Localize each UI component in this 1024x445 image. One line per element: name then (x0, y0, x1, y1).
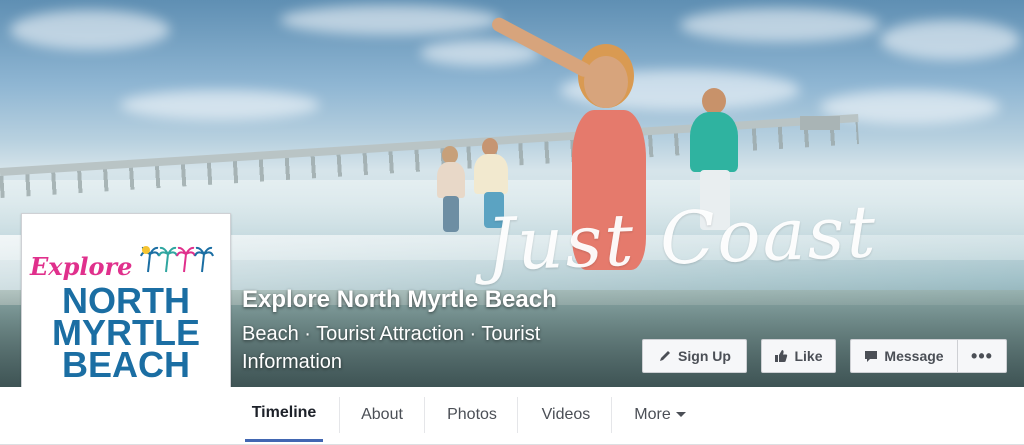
thumbs-up-icon (775, 350, 788, 362)
tab-videos[interactable]: Videos (530, 387, 602, 442)
message-button[interactable]: Message (850, 339, 958, 373)
logo-line-beach: BEACH (61, 344, 190, 385)
more-dots-icon: ••• (971, 346, 993, 366)
page-tabs: Timeline About Photos Videos More (0, 387, 1024, 445)
like-label: Like (794, 348, 823, 364)
chevron-down-icon (675, 412, 686, 417)
cover-tagline: Just Coast (484, 189, 879, 287)
tab-label: Videos (541, 405, 591, 423)
tab-label: Timeline (251, 404, 317, 421)
page-categories: Beach · Tourist Attraction · Tourist Inf… (242, 323, 541, 373)
palm-trees-icon (140, 246, 214, 273)
tab-timeline[interactable]: Timeline (245, 387, 323, 442)
page-header: Just Coast Explore NORTH MYRTLE BEACH Ex… (0, 0, 1024, 445)
tab-label: About (361, 405, 403, 423)
page-title[interactable]: Explore North Myrtle Beach (242, 286, 557, 314)
logo-script-text: Explore (30, 252, 133, 281)
like-button[interactable]: Like (761, 339, 836, 373)
chat-bubble-icon (865, 351, 878, 362)
message-label: Message (884, 348, 944, 364)
sign-up-button[interactable]: Sign Up (642, 339, 747, 373)
tab-photos[interactable]: Photos (436, 387, 508, 442)
sign-up-label: Sign Up (678, 348, 731, 364)
pencil-icon (660, 351, 671, 361)
tab-label: More (634, 405, 671, 423)
tab-label: Photos (447, 405, 497, 423)
tab-more[interactable]: More (624, 387, 696, 442)
more-options-button[interactable]: ••• (957, 339, 1007, 373)
tab-about[interactable]: About (350, 387, 414, 442)
